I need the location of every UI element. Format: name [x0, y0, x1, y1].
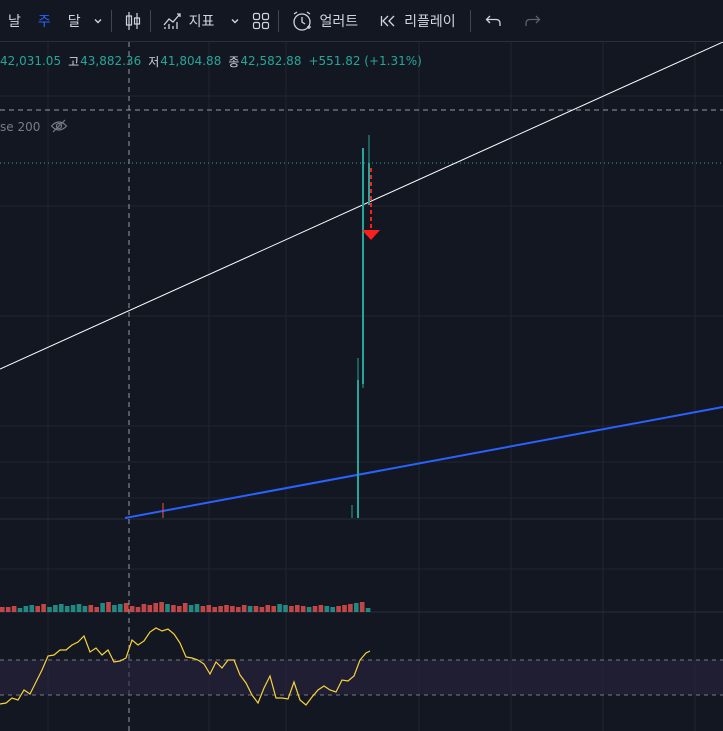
chart-canvas[interactable] [0, 42, 723, 731]
interval-month[interactable]: 달 [68, 0, 81, 42]
chevron-down-icon[interactable] [230, 0, 240, 42]
chevron-down-icon[interactable] [93, 0, 103, 42]
grid-lines [0, 42, 723, 731]
close-label: 종 [228, 54, 240, 69]
eye-off-icon[interactable] [50, 119, 68, 136]
toolbar-divider [149, 9, 151, 32]
close-value: 42,582.88 [240, 54, 302, 68]
ma-label: se 200 [0, 120, 41, 134]
undo-icon[interactable] [485, 0, 503, 42]
ma-legend: se 200 [0, 118, 68, 136]
low-label: 저 [148, 54, 160, 69]
change-value: +551.82 (+1.31%) [308, 54, 422, 68]
volume-bars [0, 602, 371, 612]
high-label: 고 [68, 54, 80, 69]
candles-icon[interactable] [124, 0, 142, 42]
alert-button[interactable]: 얼러트 [319, 0, 358, 42]
ohlc-legend: 42,031.05 고 43,882.36 저 41,804.88 종 42,5… [0, 52, 429, 70]
redo-icon[interactable] [523, 0, 541, 42]
interval-day[interactable]: 날 [8, 0, 21, 42]
indicators-button[interactable]: 지표 [189, 0, 215, 42]
replay-button[interactable]: 리플레이 [404, 0, 456, 42]
interval-week[interactable]: 주 [38, 0, 51, 42]
alert-clock-icon[interactable] [291, 0, 313, 42]
layout-grid-icon[interactable] [252, 0, 270, 42]
price-candles[interactable] [162, 135, 370, 518]
toolbar-divider [278, 9, 280, 32]
high-value: 43,882.36 [80, 54, 142, 68]
toolbar-divider [110, 9, 112, 32]
rsi-band [0, 660, 723, 695]
toolbar-divider [469, 9, 471, 32]
low-value: 41,804.88 [160, 54, 222, 68]
open-value: 42,031.05 [0, 54, 62, 68]
replay-icon[interactable] [380, 0, 398, 42]
indicators-icon[interactable] [163, 0, 183, 42]
top-toolbar: 날 주 달 지표 얼러트 리플레이 [0, 0, 723, 42]
